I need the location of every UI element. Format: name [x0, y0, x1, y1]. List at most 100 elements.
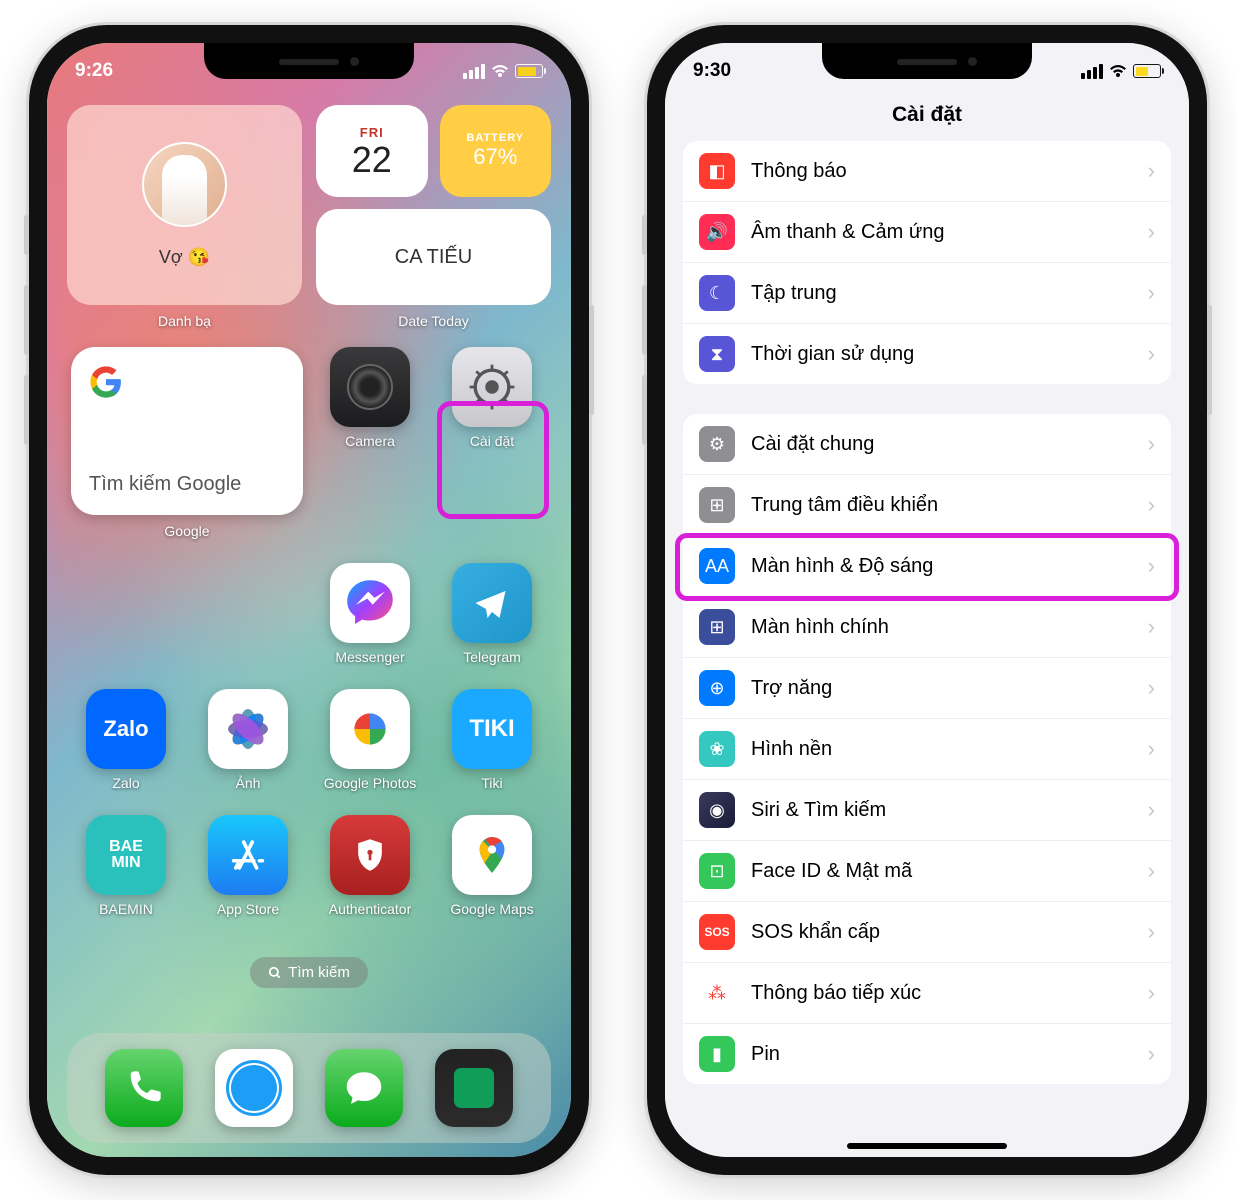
app-telegram[interactable]: Telegram [437, 563, 547, 665]
widget-label: Google [71, 523, 303, 539]
calendar-text: CA TIẾU [395, 246, 472, 269]
camera-icon [330, 347, 410, 427]
widget-contact[interactable]: Vợ 😘 [67, 105, 302, 305]
safari-icon [222, 1056, 286, 1120]
google-search-text: Tìm kiếm Google [89, 471, 285, 497]
settings-row-label: Trung tâm điều khiển [751, 494, 1132, 517]
chevron-right-icon: › [1148, 341, 1155, 367]
widget-battery[interactable]: BATTERY 67% [440, 105, 552, 197]
widget-date[interactable]: FRI 22 [316, 105, 428, 197]
dock-app[interactable] [435, 1049, 513, 1127]
settings-row-sos[interactable]: SOSSOS khẩn cấp› [683, 901, 1171, 962]
chevron-right-icon: › [1148, 919, 1155, 945]
google-logo-icon [89, 365, 123, 399]
settings-row-accessibility[interactable]: ⊕Trợ năng› [683, 657, 1171, 718]
settings-row-control-center[interactable]: ⊞ Trung tâm điều khiển › [683, 474, 1171, 535]
cellular-signal-icon [1081, 64, 1103, 79]
settings-row-label: SOS khẩn cấp [751, 921, 1132, 944]
settings-row-sounds[interactable]: 🔊Âm thanh & Cảm ứng› [683, 201, 1171, 262]
chevron-right-icon: › [1148, 431, 1155, 457]
dock [67, 1033, 551, 1143]
chevron-right-icon: › [1148, 736, 1155, 762]
date-day: FRI [360, 125, 384, 140]
app-messenger[interactable]: Messenger [315, 563, 425, 665]
chevron-right-icon: › [1148, 614, 1155, 640]
spotlight-search[interactable]: Tìm kiếm [250, 957, 368, 988]
settings-row-focus[interactable]: ☾Tập trung› [683, 262, 1171, 323]
general-icon: ⚙ [699, 426, 735, 462]
app-google-maps[interactable]: Google Maps [437, 815, 547, 917]
dock-messages[interactable] [325, 1049, 403, 1127]
settings-row-label: Âm thanh & Cảm ứng [751, 221, 1132, 244]
avatar [142, 142, 227, 227]
zalo-icon: Zalo [86, 689, 166, 769]
settings-row-label: Màn hình chính [751, 616, 1132, 639]
app-appstore[interactable]: App Store [193, 815, 303, 917]
search-icon [268, 966, 282, 980]
settings-row-exposure[interactable]: ⁂Thông báo tiếp xúc› [683, 962, 1171, 1023]
settings-group: ◧Thông báo›🔊Âm thanh & Cảm ứng›☾Tập trun… [683, 141, 1171, 384]
app-camera[interactable]: Camera [315, 347, 425, 539]
contact-name: Vợ 😘 [159, 247, 210, 268]
app-baemin[interactable]: BAE MIN BAEMIN [71, 815, 181, 917]
cellular-signal-icon [463, 64, 485, 79]
settings-row-label: Cài đặt chung [751, 433, 1132, 456]
app-authenticator[interactable]: Authenticator [315, 815, 425, 917]
battery-label: BATTERY [466, 132, 524, 144]
tiki-icon: TIKI [452, 689, 532, 769]
chevron-right-icon: › [1148, 797, 1155, 823]
settings-row-label: Thời gian sử dụng [751, 343, 1132, 366]
settings-row-home-screen[interactable]: ⊞Màn hình chính› [683, 596, 1171, 657]
wifi-icon [1108, 64, 1128, 79]
chevron-right-icon: › [1148, 675, 1155, 701]
settings-row-label: Tập trung [751, 282, 1132, 305]
side-button [24, 215, 29, 255]
chevron-right-icon: › [1148, 858, 1155, 884]
settings-row-siri[interactable]: ◉Siri & Tìm kiếm› [683, 779, 1171, 840]
control-center-icon: ⊞ [699, 487, 735, 523]
settings-row-battery[interactable]: ▮Pin› [683, 1023, 1171, 1084]
dock-safari[interactable] [215, 1049, 293, 1127]
side-button [1207, 305, 1212, 415]
phone-settings: 9:30 Cài đặt ◧Thông báo›🔊Âm thanh & Cảm … [647, 25, 1207, 1175]
settings-row-general[interactable]: ⚙ Cài đặt chung › [683, 414, 1171, 474]
chevron-right-icon: › [1148, 1041, 1155, 1067]
side-button [24, 375, 29, 445]
settings-row-faceid[interactable]: ⊡Face ID & Mật mã› [683, 840, 1171, 901]
settings-row-label: Siri & Tìm kiếm [751, 799, 1132, 822]
highlight-settings-app [437, 401, 549, 519]
widget-label: Date Today [316, 313, 551, 329]
phone-icon [124, 1068, 164, 1108]
notch [822, 43, 1032, 79]
focus-icon: ☾ [699, 275, 735, 311]
telegram-icon [452, 563, 532, 643]
authenticator-icon [330, 815, 410, 895]
settings-group: ⚙Cài đặt chung›⊞Trung tâm điều khiển›AAM… [683, 414, 1171, 1084]
google-maps-icon [452, 815, 532, 895]
settings-row-label: Thông báo [751, 160, 1132, 183]
settings-row-label: Thông báo tiếp xúc [751, 982, 1132, 1005]
battery-icon [1133, 64, 1161, 78]
settings-row-wallpaper[interactable]: ❀Hình nền› [683, 718, 1171, 779]
wifi-icon [490, 64, 510, 79]
photos-icon [208, 689, 288, 769]
chevron-right-icon: › [1148, 492, 1155, 518]
side-button [642, 215, 647, 255]
app-google-photos[interactable]: Google Photos [315, 689, 425, 791]
settings-row-notifications[interactable]: ◧Thông báo› [683, 141, 1171, 201]
widget-calendar[interactable]: CA TIẾU [316, 209, 551, 305]
app-photos[interactable]: Ảnh [193, 689, 303, 791]
chevron-right-icon: › [1148, 219, 1155, 245]
home-indicator[interactable] [847, 1143, 1007, 1149]
app-zalo[interactable]: Zalo Zalo [71, 689, 181, 791]
side-button [589, 305, 594, 415]
dock-phone[interactable] [105, 1049, 183, 1127]
widget-google-search[interactable]: Tìm kiếm Google [71, 347, 303, 515]
settings-list[interactable]: ◧Thông báo›🔊Âm thanh & Cảm ứng›☾Tập trun… [665, 141, 1189, 1157]
wallpaper-icon: ❀ [699, 731, 735, 767]
settings-row-screentime[interactable]: ⧗Thời gian sử dụng› [683, 323, 1171, 384]
side-button [642, 285, 647, 355]
settings-row-label: Face ID & Mật mã [751, 860, 1132, 883]
app-tiki[interactable]: TIKI Tiki [437, 689, 547, 791]
battery-percent: 67% [473, 144, 517, 170]
